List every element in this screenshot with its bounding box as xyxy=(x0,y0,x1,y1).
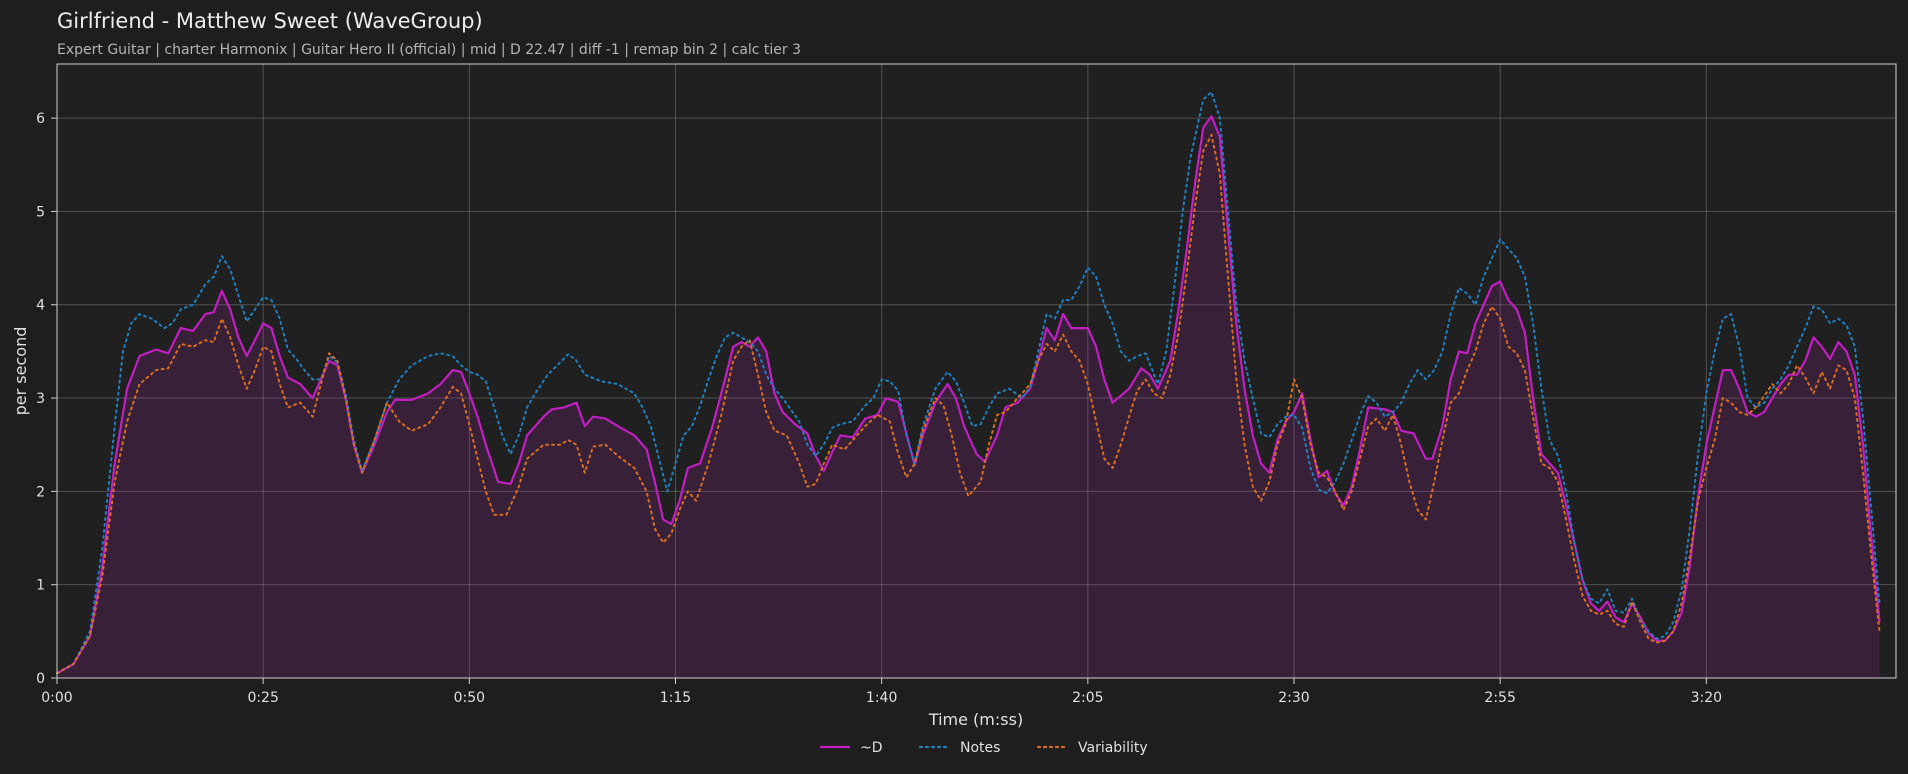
y-axis-label: per second xyxy=(11,327,30,416)
y-axis-ticks: 0 1 2 3 4 5 6 xyxy=(36,111,57,687)
chart-canvas: Girlfriend - Matthew Sweet (WaveGroup) E… xyxy=(11,9,1897,756)
x-tick-label: 2:30 xyxy=(1278,690,1309,706)
y-tick-label: 6 xyxy=(36,111,45,127)
y-tick-label: 5 xyxy=(36,204,45,220)
x-axis-label: Time (m:ss) xyxy=(928,710,1023,729)
x-tick-label: 0:50 xyxy=(454,690,485,706)
legend-item-variability: Variability xyxy=(1036,740,1148,756)
x-tick-label: 1:40 xyxy=(866,690,897,706)
y-tick-label: 2 xyxy=(36,484,45,500)
plot-area xyxy=(56,63,1897,679)
legend-item-d: ~D xyxy=(820,740,883,756)
legend-label: Notes xyxy=(960,740,1000,756)
chart-subtitle: Expert Guitar | charter Harmonix | Guita… xyxy=(57,42,801,58)
y-tick-label: 0 xyxy=(36,671,45,687)
legend-label: ~D xyxy=(860,740,883,756)
chart-title: Girlfriend - Matthew Sweet (WaveGroup) xyxy=(57,9,483,33)
x-tick-label: 3:20 xyxy=(1691,690,1722,706)
legend-item-notes: Notes xyxy=(918,740,1000,756)
x-axis-ticks: 0:00 0:25 0:50 1:15 1:40 2:05 2:30 2:55 3:20 xyxy=(41,678,1722,706)
x-tick-label: 2:05 xyxy=(1072,690,1103,706)
y-tick-label: 3 xyxy=(36,391,45,407)
x-tick-label: 0:25 xyxy=(247,690,278,706)
x-tick-label: 2:55 xyxy=(1484,690,1515,706)
legend-label: Variability xyxy=(1078,740,1148,756)
y-tick-label: 1 xyxy=(36,578,45,594)
legend: ~D Notes Variability xyxy=(820,740,1148,756)
y-tick-label: 4 xyxy=(36,298,45,314)
x-tick-label: 1:15 xyxy=(660,690,691,706)
x-tick-label: 0:00 xyxy=(41,690,72,706)
